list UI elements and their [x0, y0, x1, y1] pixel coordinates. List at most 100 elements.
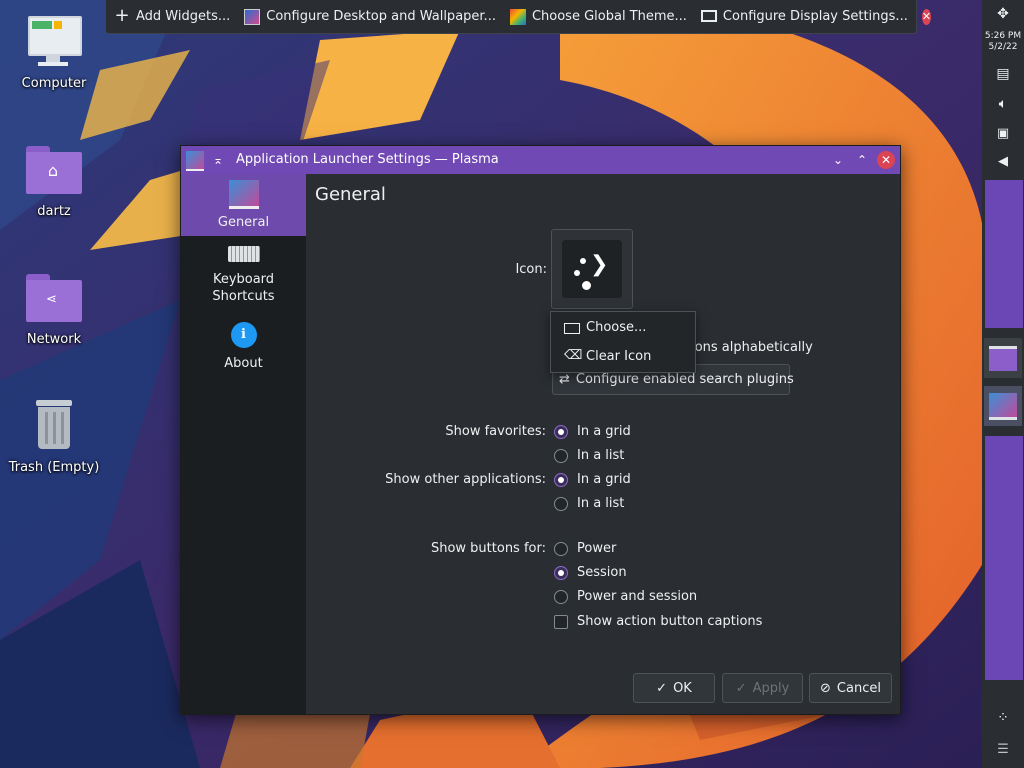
icon-picker-button[interactable]: ❯ [551, 229, 633, 309]
menu-item-choose[interactable]: Choose... [551, 313, 695, 341]
desktop-icon-label: Computer [21, 76, 87, 91]
radio-label: Power [577, 541, 617, 556]
task-file-manager[interactable] [984, 338, 1022, 378]
display-icon [700, 9, 717, 22]
volume-icon[interactable]: 🔈︎ [982, 96, 1024, 112]
panel-spacer [985, 436, 1023, 680]
sidebar-item-about[interactable]: i About [181, 322, 306, 382]
show-buttons-label: Show buttons for: [430, 541, 546, 556]
desktop-icon [244, 8, 261, 25]
buttons-power-radio[interactable]: Power [554, 541, 616, 556]
computer-icon [24, 12, 84, 72]
move-panel-icon[interactable]: ✥ [982, 6, 1024, 22]
window-title: Application Launcher Settings — Plasma [236, 152, 499, 167]
choose-global-theme-button[interactable]: Choose Global Theme... [509, 8, 687, 25]
menu-item-label: Choose... [586, 319, 647, 335]
radio-indicator[interactable] [554, 496, 568, 511]
button-label: Apply [752, 680, 790, 696]
other-apps-grid-radio[interactable]: In a grid [554, 472, 631, 487]
radio-indicator[interactable] [554, 424, 568, 439]
sidebar-item-label: Shortcuts [212, 289, 275, 304]
clipboard-icon[interactable]: ▤ [982, 66, 1024, 82]
add-widgets-button[interactable]: + Add Widgets... [114, 4, 230, 26]
info-icon: i [230, 322, 257, 348]
radio-indicator[interactable] [554, 565, 568, 580]
radio-label: In a list [577, 448, 625, 463]
theme-icon [509, 8, 526, 25]
sort-alphabetically-label[interactable]: tions alphabetically [686, 340, 813, 355]
keep-above-icon[interactable]: ⌅ [209, 151, 227, 169]
folder-open-icon [564, 322, 580, 334]
close-button[interactable]: ✕ [877, 151, 895, 169]
sidebar-item-general[interactable]: General [181, 174, 306, 236]
radio-label: In a grid [577, 472, 631, 487]
clear-icon: ⌫ [564, 348, 583, 363]
button-label: OK [673, 680, 692, 696]
sidebar-item-keyboard-shortcuts[interactable]: Keyboard Shortcuts [181, 244, 306, 314]
configure-desktop-button[interactable]: Configure Desktop and Wallpaper... [244, 8, 496, 25]
radio-indicator[interactable] [554, 541, 568, 556]
radio-indicator[interactable] [554, 472, 568, 487]
app-launcher-icon[interactable]: ⁘ [982, 710, 1024, 726]
task-launcher-settings[interactable] [984, 386, 1022, 426]
favorites-grid-radio[interactable]: In a grid [554, 424, 631, 439]
desktop-edit-toolbar: + Add Widgets... Configure Desktop and W… [105, 0, 932, 34]
trash-icon [24, 396, 84, 456]
title-bar[interactable]: ⌅ Application Launcher Settings — Plasma… [181, 146, 900, 174]
toolbar-item-label: Configure Desktop and Wallpaper... [266, 9, 496, 24]
configure-icon: ⇄ [559, 372, 570, 387]
checkbox-indicator[interactable] [554, 614, 568, 629]
clock-time[interactable]: 5:26 PM [982, 31, 1024, 41]
expand-tray-icon[interactable]: ◀ [982, 154, 1024, 169]
network-folder-icon: ⋖ [24, 268, 84, 328]
maximize-button[interactable]: ⌃ [853, 151, 871, 169]
network-status-icon[interactable]: ▣ [982, 126, 1024, 141]
checkmark-icon: ✓ [656, 680, 668, 696]
apply-button[interactable]: ✓ Apply [722, 673, 803, 703]
sidebar-item-label: General [217, 215, 270, 230]
buttons-session-radio[interactable]: Session [554, 565, 627, 580]
desktop-icon-label: dartz [37, 204, 71, 219]
menu-item-label: Clear Icon [586, 348, 652, 364]
page-title: General [315, 184, 386, 205]
radio-indicator[interactable] [554, 448, 568, 463]
icon-label: Icon: [515, 262, 547, 277]
ok-button[interactable]: ✓ OK [633, 673, 715, 703]
desktop-icon-label: Network [26, 332, 82, 347]
settings-sidebar: General Keyboard Shortcuts i About [181, 174, 306, 714]
toolbar-item-label: Configure Display Settings... [722, 9, 908, 24]
desktop-icon-trash[interactable]: Trash (Empty) [4, 396, 104, 475]
button-label: Cancel [836, 680, 881, 696]
radio-label: Power and session [577, 589, 698, 604]
buttons-power-session-radio[interactable]: Power and session [554, 589, 697, 604]
toolbar-item-label: Choose Global Theme... [531, 9, 687, 24]
icon-context-menu: Choose... ⌫ Clear Icon [550, 311, 696, 373]
home-folder-icon: ⌂ [24, 140, 84, 200]
checkbox-label: Show action button captions [577, 614, 763, 629]
show-captions-checkbox[interactable]: Show action button captions [554, 614, 762, 629]
right-panel: ✥ 5:26 PM 5/2/22 ▤ 🔈︎ ▣ ◀ ⁘ ☰ [982, 0, 1024, 768]
close-icon[interactable]: ✕ [921, 8, 932, 25]
desktop-icon-computer[interactable]: Computer [4, 12, 104, 91]
keyboard-icon [227, 246, 260, 262]
radio-label: In a grid [577, 424, 631, 439]
minimize-button[interactable]: ⌄ [829, 151, 847, 169]
desktop-icon-network[interactable]: ⋖ Network [4, 268, 104, 347]
other-apps-list-radio[interactable]: In a list [554, 496, 624, 511]
radio-indicator[interactable] [554, 589, 568, 604]
menu-item-clear-icon[interactable]: ⌫ Clear Icon [551, 342, 695, 370]
plus-icon: + [114, 4, 130, 26]
launcher-icon [989, 393, 1017, 420]
radio-label: Session [577, 565, 627, 580]
configure-display-button[interactable]: Configure Display Settings... [700, 9, 908, 24]
show-other-apps-label: Show other applications: [385, 472, 546, 487]
radio-label: In a list [577, 496, 625, 511]
desktop-icon-label: Trash (Empty) [8, 460, 100, 475]
cancel-icon: ⊘ [820, 680, 831, 696]
clock-date[interactable]: 5/2/22 [982, 42, 1024, 52]
favorites-list-radio[interactable]: In a list [554, 448, 624, 463]
desktop-icon-home[interactable]: ⌂ dartz [4, 140, 104, 219]
cancel-button[interactable]: ⊘ Cancel [809, 673, 892, 703]
panel-settings-icon[interactable]: ☰ [982, 742, 1024, 757]
sidebar-item-label: About [224, 356, 263, 371]
